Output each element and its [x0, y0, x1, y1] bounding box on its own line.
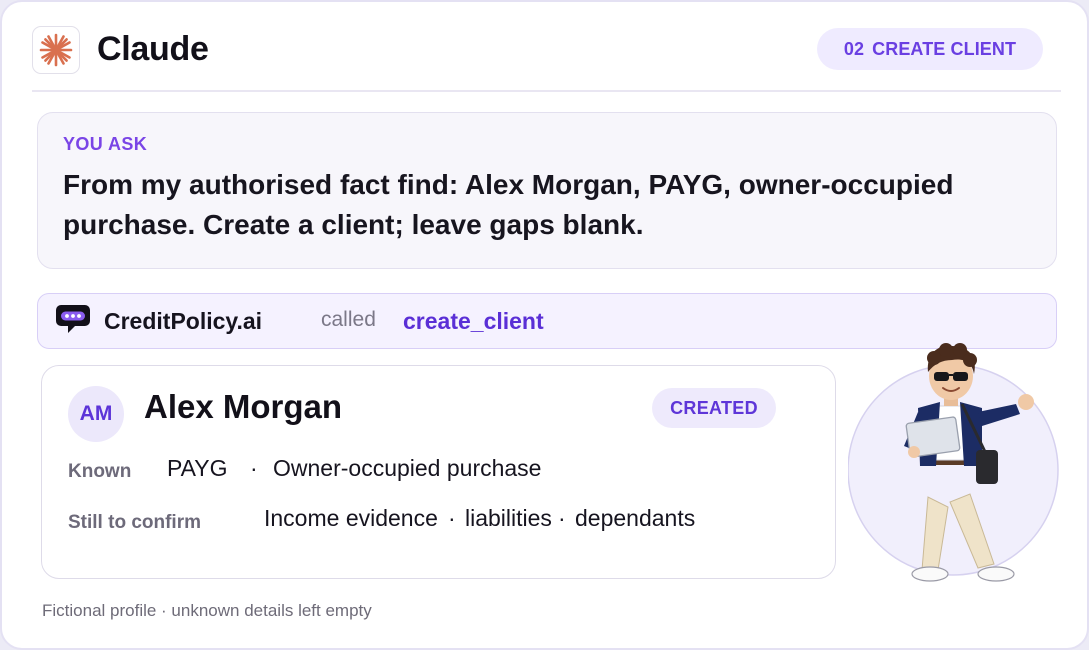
mascot-illustration: [848, 343, 1059, 582]
step-badge: 02 CREATE CLIENT: [817, 28, 1043, 70]
pending-item: dependants: [575, 505, 696, 531]
client-name: Alex Morgan: [144, 388, 343, 425]
claude-logo: [32, 26, 80, 74]
step-number: 02: [843, 38, 865, 59]
known-label: Known: [68, 461, 132, 482]
known-item: PAYG: [167, 455, 228, 481]
avatar: AM: [68, 386, 124, 442]
prompt-text: From my authorised fact find: Alex Morga…: [63, 169, 954, 240]
header-divider: [32, 90, 1061, 92]
client-record-card: AM Alex Morgan CREATED Known PAYG · Owne…: [41, 365, 836, 579]
app-title: Claude: [97, 30, 209, 68]
called-label: called: [321, 308, 376, 331]
known-item: Owner-occupied purchase: [273, 455, 542, 481]
separator: ·: [448, 505, 456, 531]
separator: ·: [250, 455, 258, 481]
user-prompt-box: YOU ASK From my authorised fact find: Al…: [37, 112, 1057, 269]
separator: ·: [558, 505, 566, 531]
pending-label: Still to confirm: [68, 512, 201, 533]
step-label: CREATE CLIENT: [872, 38, 1017, 59]
creditpolicy-chat-icon: [56, 305, 90, 333]
footnote: Fictional profile · unknown details left…: [42, 601, 372, 620]
tool-call-card: Claude 02 CREATE CLIENT YOU ASK From my …: [0, 0, 1089, 650]
service-name: CreditPolicy.ai: [104, 308, 263, 334]
function-name: create_client: [403, 308, 544, 334]
status-badge: CREATED: [652, 388, 776, 428]
prompt-label: YOU ASK: [63, 134, 148, 154]
pending-item: Income evidence: [264, 505, 438, 531]
claude-starburst-icon: [39, 33, 73, 67]
tool-call-bar: CreditPolicy.ai called create_client: [37, 293, 1057, 349]
pending-item: liabilities: [465, 505, 552, 531]
